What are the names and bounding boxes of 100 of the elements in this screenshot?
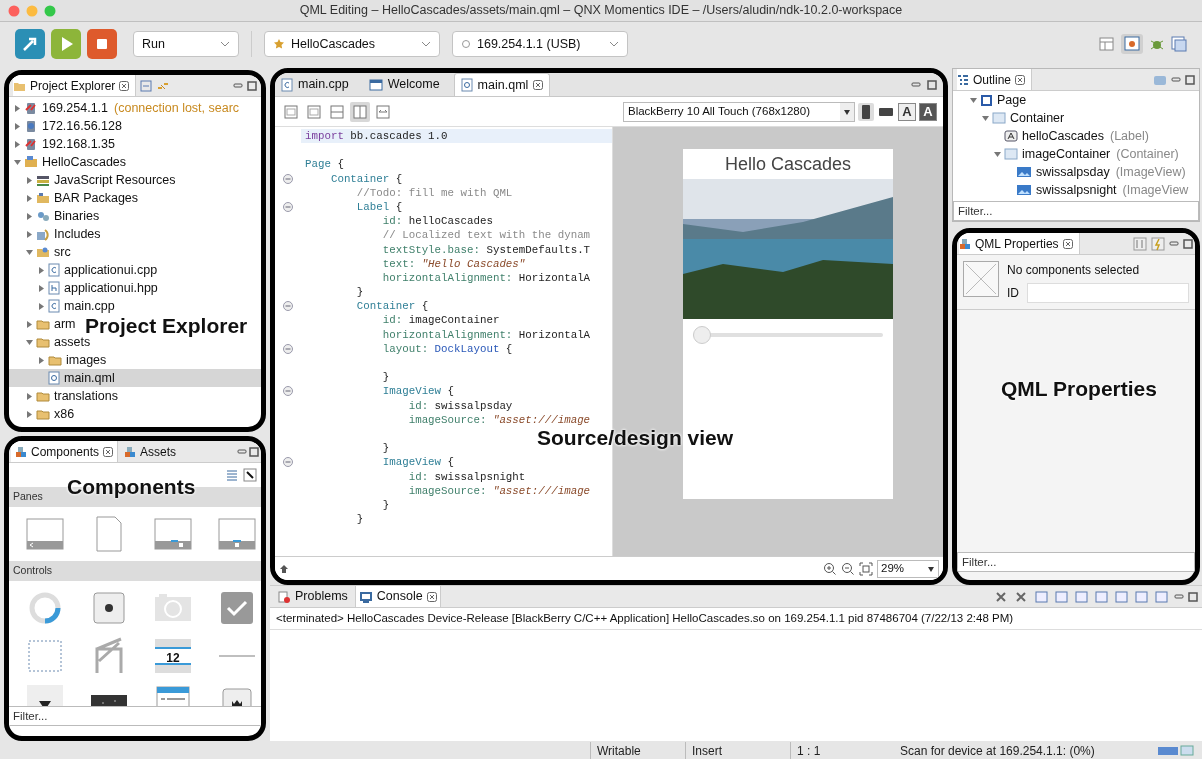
dropdown[interactable]: 169.254.1.1 (USB) — [452, 31, 628, 57]
collapse-arrow-icon[interactable] — [969, 95, 978, 105]
expand-arrow-icon[interactable] — [25, 193, 34, 203]
explorer-tab[interactable]: Project Explorer — [13, 75, 137, 96]
tree-item[interactable]: JavaScript Resources — [54, 170, 176, 190]
maximize-icon[interactable] — [1183, 238, 1193, 249]
expand-arrow-icon[interactable] — [13, 121, 22, 131]
panel-tab[interactable]: Problems — [274, 586, 351, 607]
minimize-icon[interactable] — [1174, 591, 1184, 602]
fold-icon[interactable] — [283, 173, 293, 184]
editor-tab[interactable]: Welcome — [362, 73, 446, 96]
fit-icon[interactable] — [859, 561, 873, 576]
panel-tab[interactable]: Components — [11, 441, 119, 462]
device-dropdown[interactable]: BlackBerry 10 All Touch (768x1280) — [623, 101, 855, 122]
collapse-arrow-icon[interactable] — [13, 157, 22, 167]
dropdown[interactable]: HelloCascades — [264, 31, 440, 57]
portrait-icon[interactable] — [858, 102, 874, 121]
properties-tab[interactable]: QML Properties — [959, 233, 1080, 254]
close-icon[interactable] — [1062, 238, 1073, 249]
build-button[interactable] — [15, 29, 45, 59]
tree-item[interactable]: Binaries — [54, 206, 100, 226]
theme-button[interactable]: A — [898, 102, 916, 121]
zoom-dropdown[interactable]: 29% — [877, 559, 939, 578]
collapse-arrow-icon[interactable] — [25, 337, 34, 347]
maximize-icon[interactable] — [249, 446, 259, 457]
expand-arrow-icon[interactable] — [25, 409, 34, 419]
collapse-arrow-icon[interactable] — [981, 113, 990, 123]
filter-field[interactable]: Filter... — [953, 201, 1199, 221]
fold-icon[interactable] — [283, 202, 293, 213]
minimize-icon[interactable] — [237, 446, 247, 457]
close-icon[interactable] — [426, 591, 437, 602]
expand-arrow-icon[interactable] — [25, 175, 34, 185]
tree-item[interactable]: Includes — [54, 224, 101, 244]
fold-icon[interactable] — [283, 301, 293, 312]
close-icon[interactable] — [1015, 74, 1026, 85]
perspective-icon[interactable] — [1099, 36, 1115, 52]
dropdown[interactable]: Run — [133, 31, 239, 57]
view-mode-button[interactable] — [350, 101, 370, 122]
expand-arrow-icon[interactable] — [37, 301, 46, 311]
zoom-out-icon[interactable] — [841, 561, 855, 576]
id-field[interactable] — [1027, 283, 1189, 303]
expand-arrow-icon[interactable] — [25, 319, 34, 329]
slider-thumb[interactable] — [693, 326, 711, 344]
tree-item[interactable]: arm — [54, 314, 76, 334]
minimize-icon[interactable] — [911, 80, 921, 90]
expand-arrow-icon[interactable] — [25, 211, 34, 221]
maximize-icon[interactable] — [247, 80, 257, 91]
tree-item[interactable]: imageContainer — [1022, 144, 1111, 164]
stop-button[interactable] — [87, 29, 117, 59]
home-icon[interactable] — [279, 563, 289, 574]
qml-perspective-icon[interactable] — [1121, 34, 1143, 54]
expand-arrow-icon[interactable] — [25, 391, 34, 401]
theme-button[interactable]: A — [919, 102, 937, 121]
zoom-in-icon[interactable] — [823, 561, 837, 576]
minimize-icon[interactable] — [1171, 74, 1181, 85]
fold-icon[interactable] — [283, 386, 293, 397]
tree-item[interactable]: applicationui.cpp — [64, 260, 158, 280]
tree-item[interactable]: 172.16.56.128 — [42, 116, 122, 136]
tree-item[interactable]: main.cpp — [64, 296, 115, 316]
tree-item[interactable]: helloCascades — [1022, 126, 1104, 146]
expand-arrow-icon[interactable] — [13, 103, 22, 113]
expand-arrow-icon[interactable] — [37, 265, 46, 275]
editor-tab[interactable]: main.qml — [453, 73, 551, 96]
maximize-icon[interactable] — [927, 80, 937, 90]
close-icon[interactable] — [533, 80, 544, 90]
editor-tab[interactable]: main.cpp — [275, 73, 355, 96]
minimize-icon[interactable] — [1169, 238, 1179, 249]
events-icon[interactable] — [1151, 236, 1165, 251]
tree-item[interactable]: HelloCascades — [42, 152, 127, 172]
tree-item[interactable]: swissalpsday — [1036, 162, 1110, 182]
tree-item[interactable]: 192.168.1.35 — [42, 134, 115, 154]
panel-tab[interactable]: Assets — [120, 441, 181, 462]
expand-arrow-icon[interactable] — [25, 229, 34, 239]
panel-tab[interactable]: Console — [354, 586, 441, 607]
tree-item[interactable]: translations — [54, 386, 118, 406]
tree-item[interactable]: images — [66, 350, 107, 370]
outline-tab[interactable]: Outline — [957, 69, 1033, 90]
fold-icon[interactable] — [283, 457, 293, 468]
tree-item[interactable]: Container — [1010, 108, 1065, 128]
filter-field[interactable]: Filter... — [957, 552, 1195, 572]
expand-arrow-icon[interactable] — [37, 355, 46, 365]
tree-item[interactable]: applicationui.hpp — [64, 278, 158, 298]
slider[interactable] — [693, 326, 883, 344]
expand-icon[interactable] — [243, 468, 257, 482]
tree-item[interactable]: Page — [997, 91, 1027, 110]
collapse-all-icon[interactable] — [140, 79, 153, 92]
fold-icon[interactable] — [283, 343, 293, 354]
expand-arrow-icon[interactable] — [13, 139, 22, 149]
close-icon[interactable] — [119, 80, 130, 91]
run-button[interactable] — [51, 29, 81, 59]
maximize-icon[interactable] — [1185, 74, 1195, 85]
close-icon[interactable] — [103, 446, 114, 457]
expand-arrow-icon[interactable] — [37, 283, 46, 293]
collapse-arrow-icon[interactable] — [993, 149, 1002, 159]
minimize-icon[interactable] — [233, 80, 243, 91]
maximize-icon[interactable] — [1188, 591, 1198, 602]
resource-perspective-icon[interactable] — [1171, 36, 1187, 52]
collapse-arrow-icon[interactable] — [25, 247, 34, 257]
tree-item[interactable]: x86 — [54, 404, 75, 424]
tree-item[interactable]: 169.254.1.1 — [42, 98, 109, 118]
